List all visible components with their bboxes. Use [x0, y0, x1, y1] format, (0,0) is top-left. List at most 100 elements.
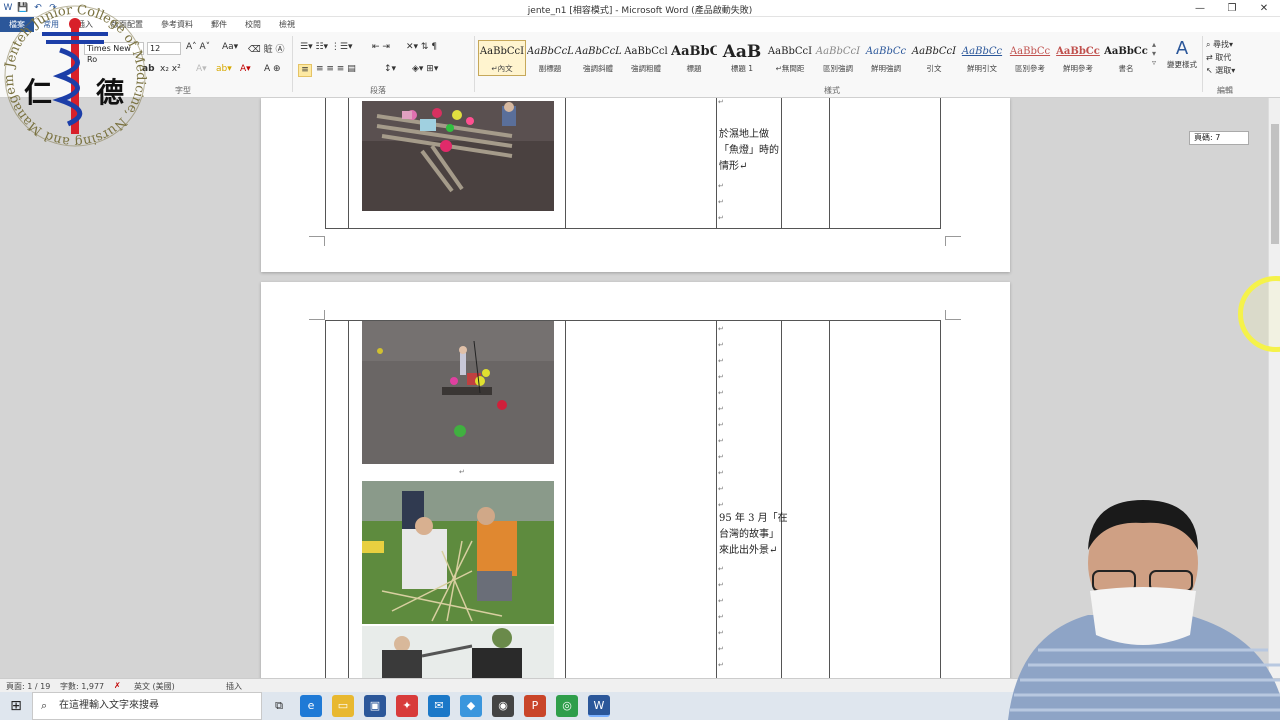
- align-left-button[interactable]: ≡: [298, 64, 312, 77]
- search-icon: ⌕: [41, 699, 48, 712]
- paragraph-mark: ↵: [718, 613, 724, 621]
- paragraph-mark: ↵: [718, 501, 724, 509]
- table: ↵ 於濕地上做 「魚燈」時的 情形↵ ↵ ↵ ↵: [325, 98, 941, 229]
- page[interactable]: ↵ 於濕地上做 「魚燈」時的 情形↵ ↵ ↵ ↵: [261, 98, 1010, 272]
- minimize-button[interactable]: —: [1184, 0, 1216, 17]
- tab-mailings[interactable]: 郵件: [202, 17, 236, 32]
- font-size-box[interactable]: 12: [147, 42, 181, 55]
- restore-button[interactable]: ❐: [1216, 0, 1248, 17]
- clear-format-icon[interactable]: ⌫ 賍 Ⓐ: [248, 42, 284, 55]
- chrome-icon[interactable]: ◎: [556, 695, 578, 717]
- style-item[interactable]: AaBbCcI ↵無間距: [766, 40, 814, 76]
- paragraph-mark: ↵: [718, 182, 724, 190]
- paragraph-mark: ↵: [718, 373, 724, 381]
- change-case-icon[interactable]: Aa▾: [222, 42, 238, 52]
- paragraph-mark: ↵: [718, 357, 724, 365]
- select-button[interactable]: ↖ 選取▾: [1206, 64, 1235, 77]
- photo-raft-on-water[interactable]: [362, 321, 554, 464]
- close-button[interactable]: ✕: [1248, 0, 1280, 17]
- windows-start-icon[interactable]: ⊞: [0, 692, 32, 720]
- page[interactable]: ↵ ↵ ↵ ↵ ↵ ↵ ↵ ↵ ↵ ↵ ↵ ↵ ↵ 95 年 3 月「在 台灣的…: [261, 282, 1010, 678]
- ribbon: Times New Ro 12 A˄ A˅ Aa▾ ⌫ 賍 Ⓐ ab x₂ x²…: [0, 32, 1280, 98]
- separator: [474, 36, 475, 92]
- window-title: jente_n1 [相容模式] - Microsoft Word (產品啟動失敗…: [527, 6, 753, 16]
- store-icon[interactable]: ▣: [364, 695, 386, 717]
- paragraph-mark: ↵: [718, 565, 724, 573]
- style-item[interactable]: AaBbCcI ↵內文: [478, 40, 526, 76]
- paragraph-mark: ↵: [718, 597, 724, 605]
- style-item[interactable]: AaBbCcL 強調斜體: [574, 40, 622, 76]
- photo-raft-fish-lanterns[interactable]: [362, 101, 554, 211]
- indent-icon[interactable]: ⇤ ⇥: [372, 42, 390, 52]
- word-taskbar-icon[interactable]: W: [588, 695, 610, 717]
- style-item[interactable]: AaBbCc 鮮明強調: [862, 40, 910, 76]
- media-player-icon[interactable]: ◉: [492, 695, 514, 717]
- crop-mark: [309, 236, 325, 246]
- proofing-icon[interactable]: ✗: [114, 681, 121, 690]
- styles-scroll-icon[interactable]: ▴ ▾ ▿: [1152, 40, 1156, 67]
- page-number-tooltip: 頁碼: 7: [1189, 131, 1249, 145]
- scrollbar-thumb[interactable]: [1271, 124, 1279, 244]
- edge-icon[interactable]: e: [300, 695, 322, 717]
- language-indicator[interactable]: 英文 (美國): [134, 681, 175, 692]
- style-item[interactable]: AaBbCc 鮮明引文: [958, 40, 1006, 76]
- photos-icon[interactable]: ◆: [460, 695, 482, 717]
- highlight-icon[interactable]: ab▾: [216, 64, 232, 74]
- paragraph-mark: ↵: [718, 453, 724, 461]
- task-view-icon[interactable]: ⧉: [268, 695, 290, 717]
- tab-review[interactable]: 校閱: [236, 17, 270, 32]
- styles-group-label: 樣式: [824, 86, 840, 95]
- cell-caption: 95 年 3 月「在 台灣的故事」 來此出外景↵: [719, 513, 788, 556]
- style-item[interactable]: AaBbCc 書名: [1102, 40, 1150, 76]
- paragraph-mark: ↵: [718, 214, 724, 222]
- replace-button[interactable]: ⇄ 取代: [1206, 51, 1235, 64]
- replace-icon: ⇄: [1206, 53, 1216, 62]
- powerpoint-icon[interactable]: P: [524, 695, 546, 717]
- find-button[interactable]: ⌕ 尋找▾: [1206, 38, 1235, 51]
- style-item[interactable]: AaBbCc 鮮明參考: [1054, 40, 1102, 76]
- editing-group-label: 編輯: [1217, 86, 1233, 95]
- subscript-button[interactable]: x₂ x²: [160, 64, 181, 74]
- style-item[interactable]: AaBbCcI 引文: [910, 40, 958, 76]
- text-effects-icon[interactable]: A▾: [196, 64, 207, 74]
- paragraph-mark: ↵: [718, 661, 724, 669]
- page-count[interactable]: 頁面: 1 / 19: [6, 681, 50, 692]
- taskbar-search[interactable]: ⌕ 在這裡輸入文字來搜尋: [32, 692, 262, 720]
- style-item[interactable]: AaBbC 標題: [670, 40, 718, 76]
- presenter-webcam: [998, 495, 1280, 720]
- tab-view[interactable]: 檢視: [270, 17, 304, 32]
- table: ↵ ↵ ↵ ↵ ↵ ↵ ↵ ↵ ↵ ↵ ↵ ↵ ↵ 95 年 3 月「在 台灣的…: [325, 320, 941, 678]
- style-item[interactable]: AaBbCc 區別參考: [1006, 40, 1054, 76]
- separator: [1202, 36, 1203, 92]
- crop-mark: [945, 310, 961, 320]
- line-spacing-icon[interactable]: ↕▾: [384, 64, 396, 74]
- file-explorer-icon[interactable]: ▭: [332, 695, 354, 717]
- paragraph-mark: ↵: [718, 645, 724, 653]
- select-icon: ↖: [1206, 66, 1216, 75]
- style-item[interactable]: AaBbCcI 區別強調: [814, 40, 862, 76]
- align-buttons[interactable]: ≡ ≡ ≡ ▤: [316, 64, 356, 74]
- paragraph-mark: ↵: [718, 469, 724, 477]
- style-item[interactable]: AaBbCcL 副標題: [526, 40, 574, 76]
- editing-group: ⌕ 尋找▾ ⇄ 取代 ↖ 選取▾: [1206, 38, 1235, 77]
- style-item[interactable]: AaB 標題 1: [718, 40, 766, 76]
- photo-weaving-bamboo[interactable]: [362, 481, 554, 624]
- paragraph-mark: ↵: [718, 389, 724, 397]
- char-shading-icon[interactable]: A ⊕: [264, 64, 281, 74]
- word-count[interactable]: 字數: 1,977: [60, 681, 104, 692]
- change-styles-button[interactable]: A 變更樣式: [1164, 38, 1200, 70]
- bullets-icon[interactable]: ☰▾ ☷▾ ⋮☰▾: [300, 42, 352, 52]
- font-color-icon[interactable]: A▾: [240, 64, 251, 74]
- tab-references[interactable]: 參考資料: [152, 17, 202, 32]
- gift-icon[interactable]: ✦: [396, 695, 418, 717]
- photo-workers-outdoor[interactable]: [362, 626, 554, 678]
- paragraph-mark: ↵: [718, 198, 724, 206]
- separator: [292, 36, 293, 92]
- shading-icon[interactable]: ◈▾ ⊞▾: [412, 64, 438, 74]
- style-item[interactable]: AaBbCcl 強調粗體: [622, 40, 670, 76]
- asian-layout-icon[interactable]: ✕▾ ⇅ ¶: [406, 42, 437, 52]
- mail-icon[interactable]: ✉: [428, 695, 450, 717]
- grow-font-icon[interactable]: A˄ A˅: [186, 42, 210, 52]
- insert-mode[interactable]: 插入: [226, 681, 242, 692]
- crop-mark: [309, 310, 325, 320]
